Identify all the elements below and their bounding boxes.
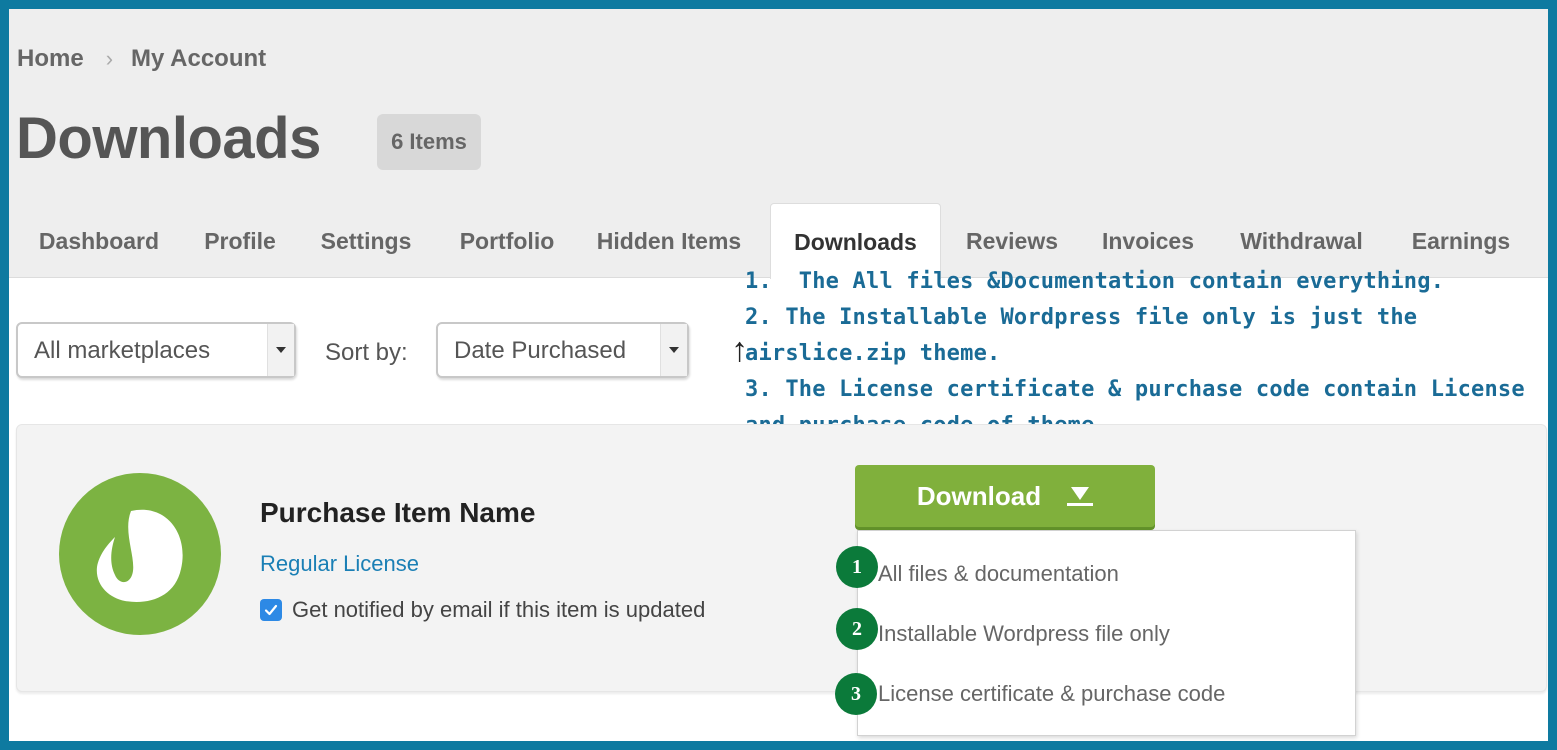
select-arrow-box	[660, 324, 687, 376]
item-count-badge: 6 Items	[377, 114, 481, 170]
tab-profile[interactable]: Profile	[195, 203, 285, 277]
menu-item-wordpress-file[interactable]: Installable Wordpress file only	[878, 621, 1170, 647]
chevron-right-icon: ›	[105, 46, 114, 71]
download-options-menu: All files & documentation Installable Wo…	[857, 530, 1356, 736]
sort-label: Sort by:	[325, 339, 408, 366]
tab-settings[interactable]: Settings	[311, 203, 421, 277]
sort-select-value: Date Purchased	[454, 337, 627, 364]
account-header: Home › My Account Downloads 6 Items Dashbo…	[9, 9, 1548, 279]
tab-hidden-items[interactable]: Hidden Items	[589, 203, 749, 277]
step-badge-1: 1	[836, 546, 878, 588]
breadcrumb: Home › My Account	[17, 45, 266, 73]
marketplace-select-value: All marketplaces	[34, 337, 211, 364]
breadcrumb-home[interactable]: Home	[17, 45, 84, 72]
step-badge-3: 3	[835, 673, 877, 715]
tab-dashboard[interactable]: Dashboard	[29, 203, 169, 277]
notify-label: Get notified by email if this item is up…	[292, 597, 706, 622]
download-caret-icon	[1067, 486, 1094, 506]
item-name: Purchase Item Name	[260, 497, 536, 528]
license-link[interactable]: Regular License	[260, 551, 419, 577]
checkmark-icon	[264, 604, 278, 616]
breadcrumb-current[interactable]: My Account	[131, 45, 266, 72]
page-title: Downloads	[16, 106, 321, 171]
menu-item-license-certificate[interactable]: License certificate & purchase code	[878, 681, 1225, 707]
select-arrow-box	[267, 324, 294, 376]
step-badge-2: 2	[836, 608, 878, 650]
annotation-line: 1. The All files &Documentation contain …	[745, 269, 1445, 294]
annotation-notes: 1. The All files &Documentation contain …	[745, 264, 1525, 444]
download-button[interactable]: Download	[855, 465, 1155, 527]
page-frame: Home › My Account Downloads 6 Items Dashbo…	[9, 9, 1548, 741]
annotation-line: 2. The Installable Wordpress file only i…	[745, 305, 1431, 366]
download-button-label: Download	[916, 480, 1042, 511]
leaf-icon	[96, 509, 183, 602]
sort-select[interactable]: Date Purchased	[436, 322, 689, 378]
notify-option[interactable]: Get notified by email if this item is up…	[260, 597, 705, 623]
caret-down-icon	[669, 347, 679, 353]
caret-down-icon	[276, 347, 286, 353]
checkbox-checked-icon[interactable]	[260, 599, 282, 621]
marketplace-select[interactable]: All marketplaces	[16, 322, 296, 378]
envato-leaf-logo	[59, 473, 221, 635]
menu-item-all-files[interactable]: All files & documentation	[878, 561, 1119, 587]
tab-portfolio[interactable]: Portfolio	[447, 203, 567, 277]
